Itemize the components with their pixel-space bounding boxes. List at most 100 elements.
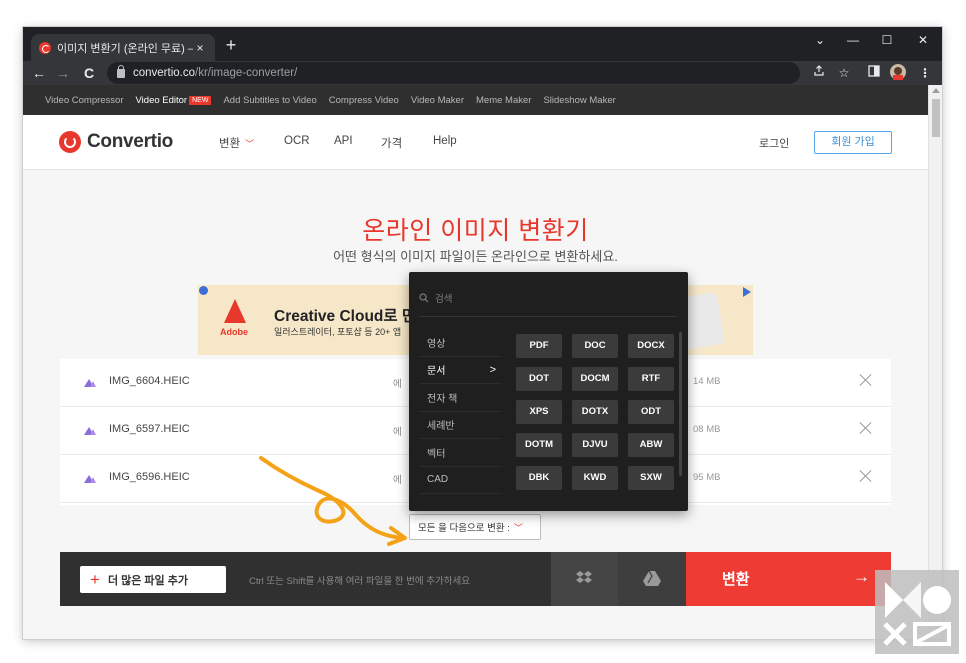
format-option[interactable]: DOT: [516, 367, 562, 391]
chevron-down-icon: ﹀: [245, 139, 255, 149]
category-ebook[interactable]: 전자 책: [419, 384, 502, 412]
category-vector[interactable]: 벡터: [419, 439, 502, 467]
format-option[interactable]: DOC: [572, 334, 618, 358]
format-option[interactable]: DBK: [516, 466, 562, 490]
back-button[interactable]: ←: [29, 63, 49, 83]
format-option[interactable]: ODT: [628, 400, 674, 424]
category-video[interactable]: 영상: [419, 329, 502, 357]
tab-search-icon[interactable]: ⌄: [810, 33, 830, 47]
arrow-right-icon: →: [853, 567, 870, 586]
url-path: /kr/image-converter/: [195, 67, 298, 79]
google-drive-button[interactable]: [618, 552, 686, 606]
new-tab-button[interactable]: +: [221, 34, 241, 56]
sidebar-icon[interactable]: [865, 64, 883, 82]
format-option[interactable]: SXW: [628, 466, 674, 490]
promo-bar: Video Compressor Video Editor NEW Add Sub…: [23, 85, 942, 115]
browser-tab[interactable]: 이미지 변환기 (온라인 무료) — ×: [31, 34, 215, 61]
format-search-input[interactable]: 검색: [419, 280, 677, 317]
ad-brand: Adobe: [220, 327, 248, 337]
ad-body: 일러스트레이터, 포토샵 등 20+ 앱: [274, 327, 402, 337]
convertio-logo[interactable]: Convertio: [59, 131, 173, 153]
watermark-logo: [875, 570, 959, 654]
minimize-button[interactable]: —: [843, 33, 863, 47]
format-option[interactable]: DOCX: [628, 334, 674, 358]
promo-link-video-compressor[interactable]: Video Compressor: [45, 95, 124, 106]
remove-file-icon[interactable]: [858, 468, 874, 484]
maximize-button[interactable]: ☐: [877, 33, 897, 47]
convert-all-label: 모든 을 다음으로 변환 :: [418, 523, 510, 534]
tab-bar: 이미지 변환기 (온라인 무료) — × + ⌄ — ☐ ✕: [23, 27, 942, 61]
category-document[interactable]: 문서 >: [419, 357, 502, 384]
nav-ocr[interactable]: OCR: [284, 135, 310, 147]
file-convert-to: 에: [393, 379, 402, 390]
upload-area: + 더 많은 파일 추가 Ctrl 또는 Shift를 사용해 여러 파일을 한…: [60, 552, 551, 606]
file-name: IMG_6596.HEIC: [109, 471, 190, 483]
search-placeholder: 검색: [435, 294, 453, 305]
format-option[interactable]: KWD: [572, 466, 618, 490]
menu-icon[interactable]: ⋮: [916, 64, 934, 82]
page-title: 온라인 이미지 변환기: [362, 217, 589, 245]
file-convert-to: 에: [393, 427, 402, 438]
image-file-icon: [84, 424, 96, 436]
tab-close-icon[interactable]: ×: [193, 41, 207, 55]
ad-info-icon[interactable]: [199, 286, 208, 295]
format-option[interactable]: DOTM: [516, 433, 562, 457]
file-size: 95 MB: [693, 472, 721, 483]
share-icon[interactable]: [810, 64, 828, 82]
close-window-button[interactable]: ✕: [913, 33, 933, 47]
format-option[interactable]: DOCM: [572, 367, 618, 391]
promo-link-meme-maker[interactable]: Meme Maker: [476, 95, 531, 106]
watermark-icon: [883, 582, 951, 646]
nav-help[interactable]: Help: [433, 135, 457, 147]
add-more-files-button[interactable]: + 더 많은 파일 추가: [80, 566, 226, 593]
category-cad[interactable]: CAD: [419, 467, 502, 494]
signup-button[interactable]: 회원 가입: [814, 131, 892, 154]
scroll-up-arrow-icon[interactable]: [932, 88, 940, 93]
scrollbar-thumb[interactable]: [932, 99, 940, 137]
nav-api[interactable]: API: [334, 135, 353, 147]
url-field[interactable]: convertio.co/kr/image-converter/: [107, 62, 800, 84]
file-name: IMG_6604.HEIC: [109, 375, 190, 387]
login-link[interactable]: 로그인: [759, 135, 789, 151]
convert-button[interactable]: 변환 →: [686, 552, 891, 606]
site-header: Convertio 변환 ﹀ OCR API 가격 Help 로그인 회원 가입: [23, 115, 928, 170]
forward-button[interactable]: →: [53, 63, 73, 83]
remove-file-icon[interactable]: [858, 420, 874, 436]
format-option[interactable]: RTF: [628, 367, 674, 391]
category-font[interactable]: 세례반: [419, 412, 502, 439]
promo-link-video-editor[interactable]: Video Editor NEW: [136, 95, 212, 106]
format-option[interactable]: XPS: [516, 400, 562, 424]
browser-window: 이미지 변환기 (온라인 무료) — × + ⌄ — ☐ ✕ ← → C con…: [23, 27, 942, 639]
promo-link-add-subtitles[interactable]: Add Subtitles to Video: [223, 95, 316, 106]
format-option[interactable]: ABW: [628, 433, 674, 457]
star-icon[interactable]: ☆: [835, 64, 853, 82]
ad-choices-icon[interactable]: [743, 287, 751, 297]
format-option[interactable]: PDF: [516, 334, 562, 358]
promo-link-compress-video[interactable]: Compress Video: [329, 95, 399, 106]
address-bar: ← → C convertio.co/kr/image-converter/ ☆…: [23, 61, 942, 85]
tab-title: 이미지 변환기 (온라인 무료) —: [57, 42, 193, 55]
image-file-icon: [84, 376, 96, 388]
dropdown-scrollbar[interactable]: [679, 332, 682, 476]
reload-button[interactable]: C: [79, 63, 99, 83]
file-size: 14 MB: [693, 376, 721, 387]
category-label: 문서: [427, 366, 446, 378]
nav-convert[interactable]: 변환 ﹀: [219, 135, 254, 151]
profile-avatar[interactable]: [889, 64, 907, 82]
dropbox-button[interactable]: [551, 552, 618, 606]
format-category-list: 영상 문서 > 전자 책 세례반 벡터 CAD: [419, 329, 502, 494]
page-scrollbar[interactable]: [928, 85, 942, 639]
convert-all-select[interactable]: 모든 을 다음으로 변환 : ﹀: [409, 514, 541, 540]
convertio-logo-icon: [59, 131, 81, 153]
chevron-right-icon: >: [489, 363, 496, 376]
nav-pricing[interactable]: 가격: [381, 135, 402, 151]
promo-link-video-maker[interactable]: Video Maker: [411, 95, 464, 106]
file-name: IMG_6597.HEIC: [109, 423, 190, 435]
dropbox-icon: [576, 571, 592, 583]
add-more-files-label: 더 많은 파일 추가: [107, 574, 188, 587]
search-icon: [419, 293, 429, 303]
format-option[interactable]: DOTX: [572, 400, 618, 424]
promo-link-slideshow-maker[interactable]: Slideshow Maker: [543, 95, 615, 106]
format-option[interactable]: DJVU: [572, 433, 618, 457]
remove-file-icon[interactable]: [858, 372, 874, 388]
